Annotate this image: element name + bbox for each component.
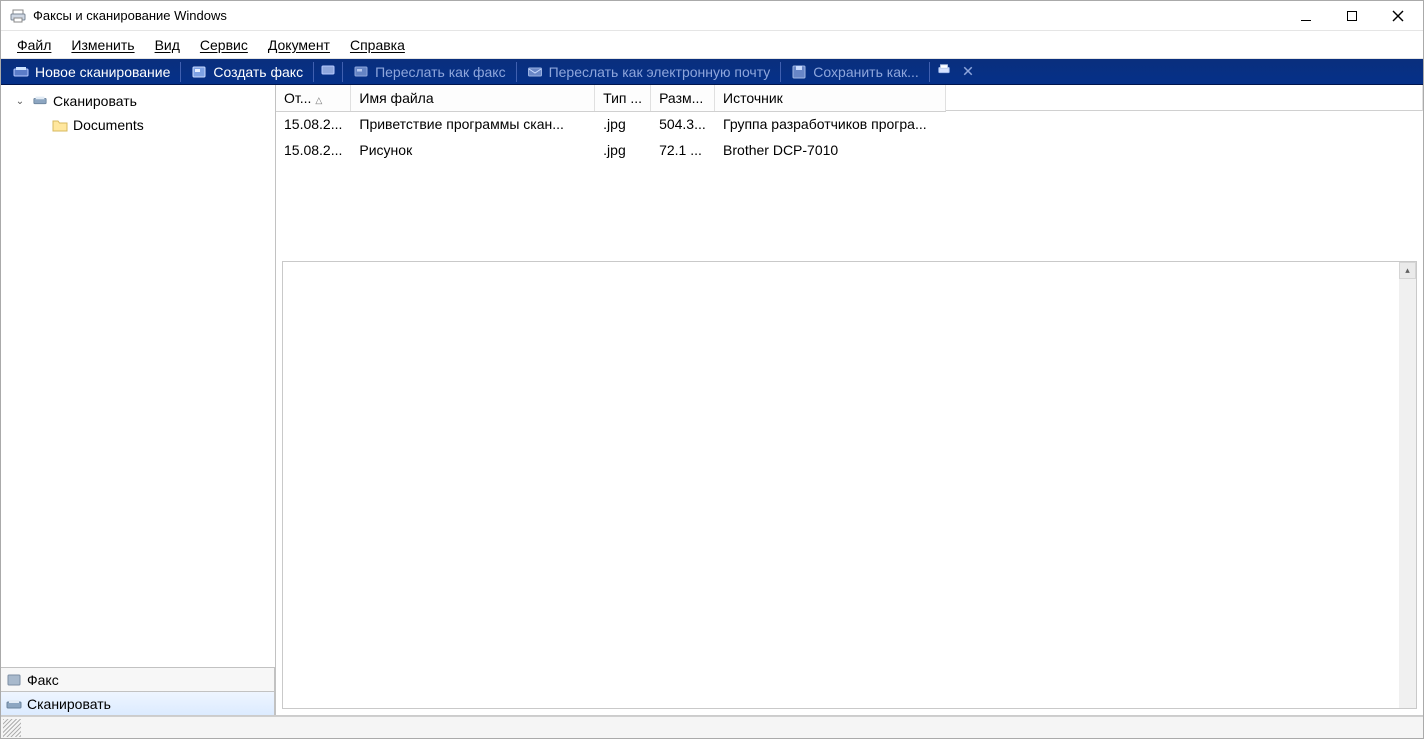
fax-icon	[191, 64, 207, 80]
item-list: От...△ Имя файла Тип ... Разм... Источни…	[276, 85, 1423, 255]
nav-scan[interactable]: Сканировать	[1, 691, 275, 715]
delete-icon	[962, 64, 974, 80]
col-filename[interactable]: Имя файла	[351, 85, 595, 111]
cell-size: 504.3...	[651, 111, 715, 137]
folder-tree: ⌄ Сканировать Documents	[1, 85, 275, 667]
menu-edit[interactable]: Изменить	[61, 34, 144, 56]
print-icon	[937, 63, 951, 80]
window-title: Факсы и сканирование Windows	[33, 8, 227, 23]
menu-view[interactable]: Вид	[145, 34, 190, 56]
resize-grip-icon[interactable]	[3, 719, 21, 737]
menu-file[interactable]: Файл	[7, 34, 61, 56]
cell-filetype: .jpg	[595, 137, 651, 163]
folder-icon	[51, 117, 69, 133]
separator	[342, 62, 343, 82]
scanner-icon	[5, 696, 23, 712]
tree-label-scan: Сканировать	[53, 93, 137, 109]
forward-fax-label: Переслать как факс	[375, 64, 505, 80]
minimize-button[interactable]	[1283, 1, 1329, 31]
nav-fax[interactable]: Факс	[1, 667, 275, 691]
cell-filename: Рисунок	[351, 137, 595, 163]
forward-as-mail-button[interactable]: Переслать как электронную почту	[519, 61, 779, 83]
sort-asc-icon: △	[315, 95, 322, 105]
create-fax-label: Создать факс	[213, 64, 303, 80]
save-icon	[791, 64, 807, 80]
menu-document[interactable]: Документ	[258, 34, 340, 56]
col-source[interactable]: Источник	[715, 85, 946, 111]
printer-icon	[9, 7, 27, 25]
forward-mail-label: Переслать как электронную почту	[549, 64, 771, 80]
col-size[interactable]: Разм...	[651, 85, 715, 111]
window-controls	[1283, 1, 1421, 31]
titlebar: Факсы и сканирование Windows	[1, 1, 1423, 31]
new-scan-label: Новое сканирование	[35, 64, 170, 80]
save-as-label: Сохранить как...	[813, 64, 918, 80]
tree-node-scan[interactable]: ⌄ Сканировать	[1, 89, 275, 113]
sidebar: ⌄ Сканировать Documents Факс Сканировать	[1, 85, 276, 715]
nav-scan-label: Сканировать	[27, 696, 111, 712]
main-pane: От...△ Имя файла Тип ... Разм... Источни…	[276, 85, 1423, 715]
header-filler	[946, 85, 1423, 111]
menubar: Файл Изменить Вид Сервис Документ Справк…	[1, 31, 1423, 59]
menu-help[interactable]: Справка	[340, 34, 415, 56]
scroll-up-icon[interactable]: ▴	[1399, 262, 1416, 279]
new-scan-button[interactable]: Новое сканирование	[5, 61, 178, 83]
toolbar: Новое сканирование Создать факс Переслат…	[1, 59, 1423, 85]
separator	[516, 62, 517, 82]
reply-icon	[320, 62, 336, 81]
separator	[929, 62, 930, 82]
separator	[780, 62, 781, 82]
separator	[180, 62, 181, 82]
forward-as-fax-button[interactable]: Переслать как факс	[345, 61, 513, 83]
create-fax-button[interactable]: Создать факс	[183, 61, 311, 83]
close-button[interactable]	[1375, 1, 1421, 31]
cell-source: Группа разработчиков програ...	[715, 111, 946, 137]
scanner-icon	[31, 93, 49, 109]
cell-source: Brother DCP-7010	[715, 137, 946, 163]
col-filetype[interactable]: Тип ...	[595, 85, 651, 111]
nav-tabs: Факс Сканировать	[1, 667, 275, 715]
fax-forward-icon	[353, 64, 369, 80]
separator	[313, 62, 314, 82]
cell-size: 72.1 ...	[651, 137, 715, 163]
tree-label-documents: Documents	[73, 117, 144, 133]
tree-node-documents[interactable]: Documents	[1, 113, 275, 137]
nav-fax-label: Факс	[27, 672, 59, 688]
print-button[interactable]	[932, 61, 956, 83]
fax-icon	[5, 672, 23, 688]
maximize-button[interactable]	[1329, 1, 1375, 31]
scanner-icon	[13, 64, 29, 80]
reply-button[interactable]	[316, 61, 340, 83]
mail-icon	[527, 64, 543, 80]
statusbar	[1, 716, 1423, 738]
body: ⌄ Сканировать Documents Факс Сканировать	[1, 85, 1423, 716]
preview-pane: ▴	[282, 261, 1417, 709]
col-date[interactable]: От...△	[276, 85, 351, 111]
collapse-icon[interactable]: ⌄	[13, 96, 27, 107]
cell-filetype: .jpg	[595, 111, 651, 137]
preview-scrollbar[interactable]: ▴	[1399, 262, 1416, 708]
cell-date: 15.08.2...	[276, 111, 351, 137]
delete-button[interactable]	[956, 61, 980, 83]
menu-service[interactable]: Сервис	[190, 34, 258, 56]
list-row[interactable]: 15.08.2... Приветствие программы скан...…	[276, 111, 946, 137]
cell-filename: Приветствие программы скан...	[351, 111, 595, 137]
cell-date: 15.08.2...	[276, 137, 351, 163]
list-row[interactable]: 15.08.2... Рисунок .jpg 72.1 ... Brother…	[276, 137, 946, 163]
save-as-button[interactable]: Сохранить как...	[783, 61, 926, 83]
